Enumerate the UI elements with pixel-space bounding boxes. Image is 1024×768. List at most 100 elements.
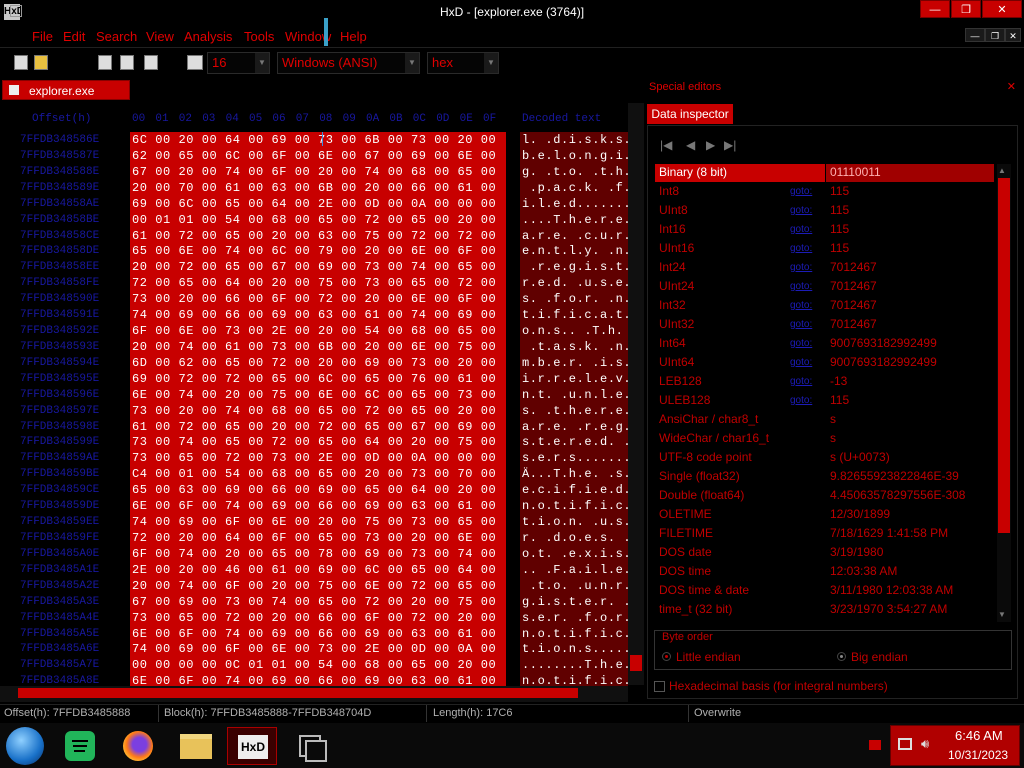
inspector-type-label[interactable]: UInt24 xyxy=(659,277,694,296)
display-mode-select[interactable]: hex ▼ xyxy=(427,52,499,74)
minimize-button[interactable]: — xyxy=(920,0,950,18)
little-endian-label[interactable]: Little endian xyxy=(676,650,741,664)
inspector-type-label[interactable]: Int24 xyxy=(659,258,686,277)
row-hex-bytes[interactable]: 6F 00 74 00 20 00 65 00 78 00 69 00 73 0… xyxy=(130,545,506,562)
row-hex-bytes[interactable]: 20 00 72 00 65 00 67 00 69 00 73 00 74 0… xyxy=(130,259,506,276)
inspector-value[interactable]: 3/19/1980 xyxy=(830,543,883,562)
row-hex-bytes[interactable]: 2E 00 20 00 46 00 61 00 69 00 6C 00 65 0… xyxy=(130,561,506,578)
row-hex-bytes[interactable]: 61 00 72 00 65 00 20 00 72 00 65 00 67 0… xyxy=(130,418,506,435)
hex-vertical-scroll-thumb[interactable] xyxy=(630,655,642,671)
row-decoded-text[interactable]: s.e.r.s....... xyxy=(520,450,631,467)
inspector-type-label[interactable]: DOS time xyxy=(659,562,711,581)
inspector-value[interactable]: 115 xyxy=(830,201,849,220)
row-decoded-text[interactable]: t.i.o.n. .u.s. xyxy=(520,514,631,531)
goto-link[interactable]: goto: xyxy=(790,220,812,239)
row-decoded-text[interactable]: s.e.r. .f.o.r. xyxy=(520,609,631,626)
row-hex-bytes[interactable]: 20 00 74 00 6F 00 20 00 75 00 6E 00 72 0… xyxy=(130,577,506,594)
row-hex-bytes[interactable]: 67 00 20 00 74 00 6F 00 20 00 74 00 68 0… xyxy=(130,163,506,180)
goto-link[interactable]: goto: xyxy=(790,239,812,258)
maximize-button[interactable]: ❐ xyxy=(951,0,981,18)
inspector-value[interactable]: 3/11/1980 12:03:38 AM xyxy=(830,581,953,600)
row-hex-bytes[interactable]: 6E 00 6F 00 74 00 69 00 66 00 69 00 63 0… xyxy=(130,625,506,642)
row-decoded-text[interactable]: .. .F.a.i.l.e. xyxy=(520,561,631,578)
row-hex-bytes[interactable]: 6E 00 6F 00 74 00 69 00 66 00 69 00 63 0… xyxy=(130,498,506,515)
row-hex-bytes[interactable]: 61 00 72 00 65 00 20 00 63 00 75 00 72 0… xyxy=(130,227,506,244)
row-hex-bytes[interactable]: 6E 00 74 00 20 00 75 00 6E 00 6C 00 65 0… xyxy=(130,386,506,403)
inspector-value[interactable]: s (U+0073) xyxy=(830,448,890,467)
row-hex-bytes[interactable]: 73 00 65 00 72 00 73 00 2E 00 0D 00 0A 0… xyxy=(130,450,506,467)
row-decoded-text[interactable]: o.n.s.. .T.h. xyxy=(520,323,628,340)
goto-link[interactable]: goto: xyxy=(790,391,812,410)
inspector-value[interactable]: 7012467 xyxy=(830,277,877,296)
scroll-down-icon[interactable]: ▼ xyxy=(998,610,1006,619)
goto-link[interactable]: goto: xyxy=(790,277,812,296)
close-icon[interactable]: ✕ xyxy=(1007,80,1016,93)
save-icon[interactable] xyxy=(144,55,158,70)
firefox-taskbar-button[interactable] xyxy=(114,727,164,765)
row-decoded-text[interactable]: ....T.h.e.r.e. xyxy=(520,211,631,228)
inspector-type-label[interactable]: Int32 xyxy=(659,296,686,315)
goto-link[interactable]: goto: xyxy=(790,182,812,201)
inspector-value[interactable]: 3/23/1970 3:54:27 AM xyxy=(830,600,947,619)
inspector-type-label[interactable]: FILETIME xyxy=(659,524,713,543)
inspector-type-label[interactable]: Int64 xyxy=(659,334,686,353)
clock-date[interactable]: 10/31/2023 xyxy=(948,748,1008,762)
row-decoded-text[interactable]: m.b.e.r. .i.s. xyxy=(520,354,631,371)
row-decoded-text[interactable]: r. .d.o.e.s. . xyxy=(520,530,631,546)
tray-chevron-icon[interactable] xyxy=(869,740,881,750)
hex-basis-label[interactable]: Hexadecimal basis (for integral numbers) xyxy=(669,679,888,693)
row-hex-bytes[interactable]: 62 00 65 00 6C 00 6F 00 6E 00 67 00 69 0… xyxy=(130,147,506,164)
row-decoded-text[interactable]: a.r.e. .r.e.g. xyxy=(520,418,631,435)
row-hex-bytes[interactable]: 67 00 69 00 73 00 74 00 65 00 72 00 20 0… xyxy=(130,593,506,610)
inspector-value[interactable]: 9007693182992499 xyxy=(830,334,937,353)
goto-link[interactable]: goto: xyxy=(790,315,812,334)
inspector-value[interactable]: 7012467 xyxy=(830,315,877,334)
row-decoded-text[interactable]: s. .f.o.r. .n. xyxy=(520,291,631,308)
inspector-value[interactable]: 7/18/1629 1:41:58 PM xyxy=(830,524,948,543)
row-hex-bytes[interactable]: 6F 00 6E 00 73 00 2E 00 20 00 54 00 68 0… xyxy=(130,323,506,340)
row-decoded-text[interactable]: g. .t.o. .t.h. xyxy=(520,163,631,180)
goto-link[interactable]: goto: xyxy=(790,201,812,220)
row-decoded-text[interactable]: n.o.t.i.f.i.c. xyxy=(520,498,631,515)
inspector-type-label[interactable]: UInt32 xyxy=(659,315,694,334)
network-icon[interactable] xyxy=(898,738,912,750)
inspector-value[interactable]: s xyxy=(830,410,836,429)
row-hex-bytes[interactable]: 00 01 01 00 54 00 68 00 65 00 72 00 65 0… xyxy=(130,211,506,228)
tab-data-inspector[interactable]: Data inspector xyxy=(647,104,733,124)
row-decoded-text[interactable]: .t.a.s.k. .n. xyxy=(520,338,631,355)
inspector-type-label[interactable]: Binary (8 bit) xyxy=(659,163,727,182)
row-decoded-text[interactable]: e.c.i.f.i.e.d. xyxy=(520,482,631,499)
inspector-value[interactable]: 115 xyxy=(830,239,849,258)
row-decoded-text[interactable]: .r.e.g.i.s.t. xyxy=(520,259,631,276)
menu-search[interactable]: Search xyxy=(96,29,137,44)
inspector-type-label[interactable]: UInt64 xyxy=(659,353,694,372)
inspector-value[interactable]: 4.45063578297556E-308 xyxy=(830,486,965,505)
inspector-value[interactable]: 9.82655923822846E-39 xyxy=(830,467,959,486)
menu-edit[interactable]: Edit xyxy=(63,29,85,44)
big-endian-label[interactable]: Big endian xyxy=(851,650,908,664)
new-file-icon[interactable] xyxy=(14,55,28,70)
row-hex-bytes[interactable]: 65 00 6E 00 74 00 6C 00 79 00 20 00 6E 0… xyxy=(130,243,506,260)
file-explorer-taskbar-button[interactable] xyxy=(172,727,222,765)
paste-icon[interactable] xyxy=(120,55,134,70)
close-button[interactable]: ✕ xyxy=(982,0,1022,18)
menu-view[interactable]: View xyxy=(146,29,174,44)
inspector-value[interactable]: 01110011 xyxy=(830,163,881,182)
menu-analysis[interactable]: Analysis xyxy=(184,29,232,44)
previous-record-icon[interactable]: ◀ xyxy=(686,138,695,152)
row-hex-bytes[interactable]: 73 00 20 00 66 00 6F 00 72 00 20 00 6E 0… xyxy=(130,291,506,308)
inspector-value[interactable]: 115 xyxy=(830,220,849,239)
clock-time[interactable]: 6:46 AM xyxy=(955,728,1003,743)
row-hex-bytes[interactable]: 74 00 69 00 6F 00 6E 00 73 00 2E 00 0D 0… xyxy=(130,641,506,658)
task-view-taskbar-button[interactable] xyxy=(285,727,335,765)
row-decoded-text[interactable]: n.o.t.i.f.i.c. xyxy=(520,625,631,642)
scroll-up-icon[interactable]: ▲ xyxy=(998,166,1006,175)
inspector-value[interactable]: 115 xyxy=(830,391,849,410)
row-hex-bytes[interactable]: 20 00 74 00 61 00 73 00 6B 00 20 00 6E 0… xyxy=(130,338,506,355)
row-hex-bytes[interactable]: 73 00 74 00 65 00 72 00 65 00 64 00 20 0… xyxy=(130,434,506,451)
inspector-value[interactable]: 12:03:38 AM xyxy=(830,562,897,581)
next-record-icon[interactable]: ▶ xyxy=(706,138,715,152)
inspector-value[interactable]: 12/30/1899 xyxy=(830,505,890,524)
row-hex-bytes[interactable]: 69 00 6C 00 65 00 64 00 2E 00 0D 00 0A 0… xyxy=(130,195,506,212)
inspector-type-label[interactable]: AnsiChar / char8_t xyxy=(659,410,758,429)
